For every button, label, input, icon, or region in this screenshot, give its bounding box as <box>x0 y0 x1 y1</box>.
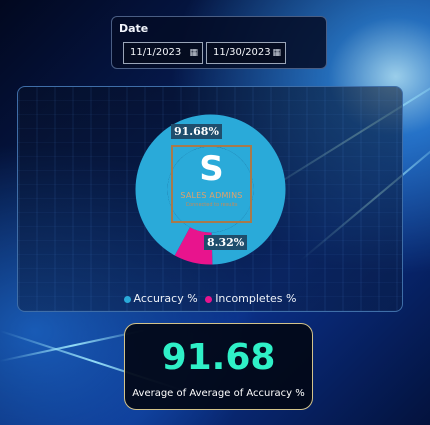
legend-dot-accuracy <box>123 295 131 303</box>
legend-label-accuracy: Accuracy % <box>133 292 198 305</box>
data-label-incompletes: 8.32% <box>204 235 248 250</box>
end-date-value: 11/30/2023 <box>213 47 271 58</box>
kpi-value: 91.68 <box>161 337 276 378</box>
legend-label-incompletes: Incompletes % <box>215 292 297 305</box>
calendar-icon[interactable]: ▦ <box>272 43 281 63</box>
data-label-accuracy: 91.68% <box>171 124 222 139</box>
kpi-caption: Average of Average of Accuracy % <box>132 388 305 399</box>
logo-letter: S <box>199 149 224 189</box>
legend-item-incompletes[interactable]: Incompletes % <box>205 292 296 305</box>
legend-dot-incompletes <box>205 295 213 303</box>
date-slicer-title: Date <box>119 22 149 35</box>
kpi-card: 91.68 Average of Average of Accuracy % <box>124 323 313 410</box>
donut-chart-panel: S SALES ADMINS Connected to results 91.6… <box>17 86 403 312</box>
start-date-input[interactable]: 11/1/2023 ▦ <box>123 42 203 64</box>
sales-admins-logo: S SALES ADMINS Connected to results <box>171 145 252 223</box>
chart-legend: Accuracy % Incompletes % <box>18 292 402 305</box>
logo-tagline: Connected to results <box>185 202 238 208</box>
start-date-value: 11/1/2023 <box>130 47 182 58</box>
logo-name: SALES ADMINS <box>180 191 243 200</box>
legend-item-accuracy[interactable]: Accuracy % <box>123 292 202 305</box>
calendar-icon[interactable]: ▦ <box>189 43 198 63</box>
date-slicer: Date 11/1/2023 ▦ 11/30/2023 ▦ <box>111 16 327 69</box>
end-date-input[interactable]: 11/30/2023 ▦ <box>206 42 286 64</box>
